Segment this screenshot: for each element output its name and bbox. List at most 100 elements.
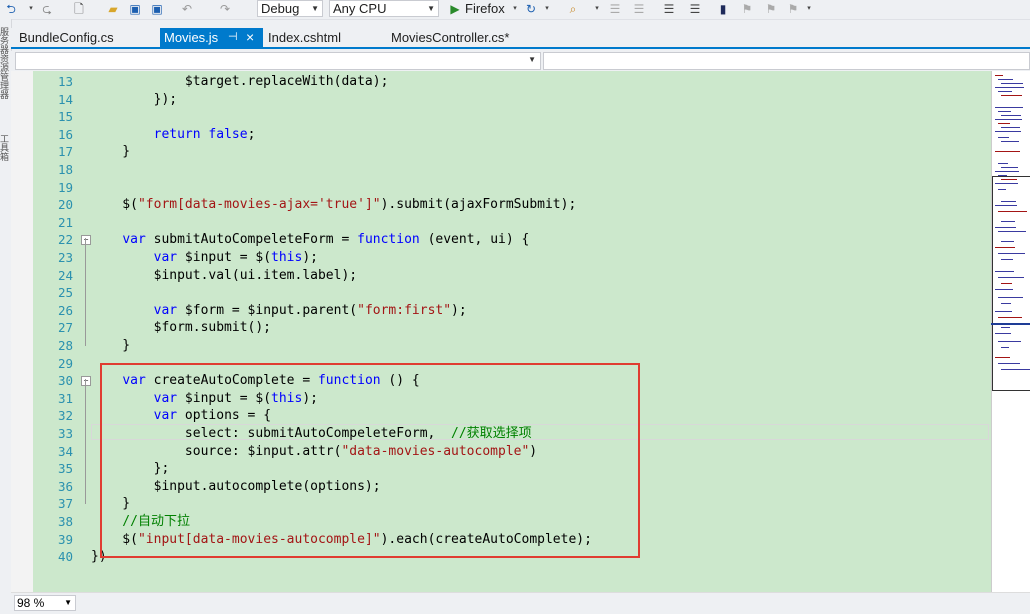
code-text: $("form[data-movies-ajax='true']").submi… bbox=[91, 196, 576, 214]
code-line[interactable]: 27 $form.submit(); bbox=[11, 319, 989, 337]
caret-position-marker bbox=[991, 323, 1030, 325]
tab-label: Index.cshtml bbox=[268, 30, 341, 45]
save-icon[interactable]: ▣ bbox=[128, 2, 142, 16]
code-line[interactable]: 13 $target.replaceWith(data); bbox=[11, 73, 989, 91]
minimap-stroke bbox=[998, 163, 1008, 164]
code-line[interactable]: 25 bbox=[11, 284, 989, 302]
code-line[interactable]: 18 bbox=[11, 161, 989, 179]
pin-tab-icon[interactable]: ⊣ bbox=[228, 28, 238, 47]
comment-lines-icon[interactable]: ☰ bbox=[662, 2, 676, 16]
bookmark-icon[interactable]: ▮ bbox=[716, 2, 730, 16]
back-icon[interactable]: ⮌ bbox=[4, 2, 18, 16]
toolbox-tab[interactable]: 工具箱 bbox=[0, 134, 11, 161]
line-number: 27 bbox=[57, 320, 73, 336]
line-number: 38 bbox=[57, 514, 73, 529]
save-all-icon[interactable]: ▣ bbox=[150, 2, 164, 16]
line-number: 13 bbox=[57, 74, 73, 89]
code-token: ); bbox=[451, 302, 467, 318]
code-editor[interactable]: 13 $target.replaceWith(data); 14 }); 15 16 … bbox=[11, 71, 991, 592]
line-number: 18 bbox=[57, 162, 73, 177]
minimap-stroke bbox=[1001, 127, 1020, 128]
forward-icon[interactable]: ⮎ bbox=[40, 2, 54, 16]
toolbar-overflow-icon[interactable]: ▾ bbox=[802, 2, 816, 16]
code-line[interactable]: 28 } bbox=[11, 337, 989, 355]
collapse-outline-icon[interactable]: − bbox=[81, 235, 91, 246]
code-line[interactable]: 24 $input.val(ui.item.label); bbox=[11, 267, 989, 285]
code-token: "form[data-movies-ajax='true']" bbox=[137, 197, 381, 213]
line-number: 20 bbox=[57, 197, 73, 213]
refresh-dropdown-icon[interactable]: ▾ bbox=[540, 2, 554, 16]
open-folder-icon[interactable]: ▰ bbox=[106, 2, 120, 16]
clear-bookmarks-icon[interactable]: ⚑ bbox=[786, 2, 800, 16]
minimap-stroke bbox=[995, 107, 1023, 108]
code-line[interactable]: 23 var $input = $(this); bbox=[11, 249, 989, 267]
code-line[interactable]: 26 var $form = $input.parent("form:first… bbox=[11, 302, 989, 320]
minimap-stroke bbox=[998, 123, 1010, 124]
start-play-icon[interactable]: ▶ bbox=[448, 2, 462, 16]
solution-platform-select[interactable]: Any CPU ▼ bbox=[329, 0, 439, 17]
type-scope-dropdown[interactable]: ▼ bbox=[15, 52, 541, 70]
outdent-icon[interactable]: ☰ bbox=[632, 2, 646, 16]
code-token: var bbox=[122, 232, 146, 248]
document-tab-bar: BundleConfig.cs Movies.js ⊣ × Index.csht… bbox=[11, 28, 1030, 49]
find-in-files-icon[interactable]: ⌕ bbox=[566, 2, 580, 16]
new-item-icon[interactable]: 🗋 bbox=[72, 2, 86, 16]
minimap-stroke bbox=[995, 119, 1022, 120]
code-line[interactable]: 14 }); bbox=[11, 91, 989, 109]
minimap-stroke bbox=[995, 131, 1021, 132]
undo-icon[interactable]: ↶ bbox=[180, 2, 194, 16]
server-explorer-tab[interactable]: 服务器资源管理器 bbox=[0, 27, 11, 99]
toolbar-overflow-icon[interactable]: ▾ bbox=[590, 2, 604, 16]
tab-bundleconfig[interactable]: BundleConfig.cs bbox=[19, 28, 159, 47]
chevron-down-icon: ▼ bbox=[427, 4, 435, 13]
code-line[interactable]: 21 bbox=[11, 214, 989, 232]
line-number: 22 bbox=[57, 232, 73, 248]
code-text: $input.val(ui.item.label); bbox=[91, 267, 358, 285]
browser-dropdown-icon[interactable]: ▾ bbox=[508, 2, 522, 16]
code-line[interactable]: 19 bbox=[11, 179, 989, 197]
navigation-bar: ▼ bbox=[11, 51, 1030, 71]
solution-config-select[interactable]: Debug ▼ bbox=[257, 0, 323, 17]
code-token: var bbox=[153, 250, 178, 265]
line-number: 34 bbox=[57, 443, 73, 459]
scroll-viewport-indicator[interactable] bbox=[992, 176, 1030, 391]
code-line[interactable]: 15 bbox=[11, 108, 989, 126]
line-number: 29 bbox=[57, 355, 73, 371]
code-line[interactable]: 22− var submitAutoCompeleteForm = functi… bbox=[11, 231, 989, 249]
refresh-icon[interactable]: ↻ bbox=[524, 2, 538, 16]
scrollbar-map[interactable] bbox=[991, 71, 1030, 592]
minimap-stroke bbox=[1001, 115, 1021, 116]
code-token: "form:first" bbox=[357, 302, 452, 318]
code-line[interactable]: 17 } bbox=[11, 143, 989, 161]
collapse-outline-icon[interactable]: − bbox=[81, 376, 91, 387]
minimap-stroke bbox=[1001, 141, 1019, 142]
back-dropdown-icon[interactable]: ▾ bbox=[24, 2, 38, 16]
code-token: false bbox=[208, 126, 248, 142]
line-number: 17 bbox=[57, 144, 73, 160]
line-number: 16 bbox=[57, 126, 73, 142]
minimap-stroke bbox=[998, 91, 1012, 92]
tab-movies-controller[interactable]: MoviesController.cs* bbox=[391, 28, 531, 47]
zoom-level-select[interactable]: 98 % ▼ bbox=[14, 595, 76, 611]
next-bookmark-icon[interactable]: ⚑ bbox=[764, 2, 778, 16]
prev-bookmark-icon[interactable]: ⚑ bbox=[740, 2, 754, 16]
indent-icon[interactable]: ☰ bbox=[608, 2, 622, 16]
tab-index-cshtml[interactable]: Index.cshtml bbox=[268, 28, 383, 47]
redo-icon[interactable]: ↷ bbox=[218, 2, 232, 16]
code-line[interactable]: 20 $("form[data-movies-ajax='true']").su… bbox=[11, 196, 989, 214]
uncomment-lines-icon[interactable]: ☰ bbox=[688, 2, 702, 16]
code-line[interactable]: 16 return false; bbox=[11, 126, 989, 144]
solution-platform-value: Any CPU bbox=[333, 1, 387, 16]
tab-movies-js[interactable]: Movies.js ⊣ × bbox=[160, 28, 263, 47]
main-toolbar: ⮌ ▾ ⮎ 🗋 ▰ ▣ ▣ ↶ ↷ Debug ▼ Any CPU ▼ ▶ Fi… bbox=[0, 0, 1030, 20]
line-number: 33 bbox=[57, 426, 73, 441]
member-dropdown[interactable] bbox=[543, 52, 1030, 70]
minimap-stroke bbox=[998, 111, 1011, 112]
line-number: 40 bbox=[57, 549, 73, 565]
browser-run-button[interactable]: Firefox bbox=[465, 1, 505, 17]
line-number: 15 bbox=[57, 109, 73, 125]
close-tab-icon[interactable]: × bbox=[246, 28, 254, 47]
tab-label: BundleConfig.cs bbox=[19, 30, 114, 45]
